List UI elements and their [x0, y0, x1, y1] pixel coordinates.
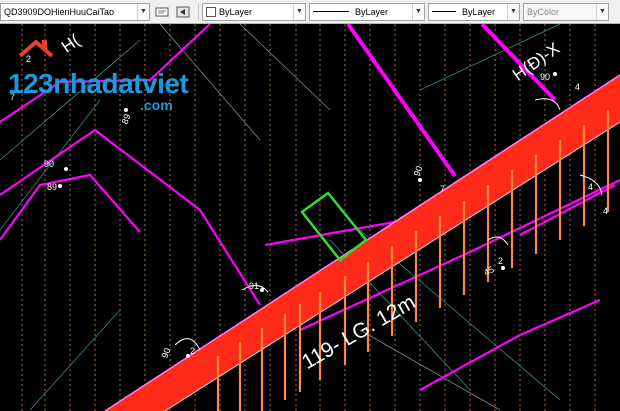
layer-state-icon[interactable] — [153, 3, 171, 21]
linetype-dropdown[interactable]: ByLayer ▼ — [309, 2, 425, 21]
dim-label: 4 — [603, 206, 609, 216]
dim-label: 7 — [440, 184, 446, 194]
lineweight-sample-icon — [432, 11, 456, 12]
chevron-down-icon[interactable]: ▼ — [137, 3, 149, 20]
color-dropdown[interactable]: ByLayer ▼ — [202, 2, 306, 21]
plotstyle-value: ByColor — [527, 6, 560, 17]
dim-label: 91 — [249, 281, 260, 291]
drawing-file-value: QD3909DOHienHuuCaiTao — [4, 6, 115, 17]
dim-label: 4 — [588, 182, 594, 192]
plotstyle-dropdown: ByColor ▼ — [523, 2, 609, 21]
properties-toolbar: QD3909DOHienHuuCaiTao ▼ ByLayer ▼ ByLaye… — [0, 0, 620, 24]
chevron-down-icon[interactable]: ▼ — [412, 3, 424, 20]
chevron-down-icon[interactable]: ▼ — [293, 3, 305, 20]
drawing-canvas[interactable]: 119- LG. 12m H( H(Đ)-X 90 89 90 89 90 91… — [0, 24, 620, 411]
dim-label: 90 — [44, 159, 55, 169]
dim-label: 4 — [575, 82, 581, 92]
lineweight-value: ByLayer — [462, 6, 496, 17]
dim-label: 7 — [10, 92, 16, 102]
chevron-down-icon[interactable]: ▼ — [507, 3, 519, 20]
dim-label: 2 — [26, 54, 32, 64]
linetype-sample-icon — [313, 11, 349, 12]
color-value: ByLayer — [219, 6, 253, 17]
dim-label: 89 — [47, 182, 58, 192]
color-swatch-icon — [206, 6, 216, 17]
drawing-file-dropdown[interactable]: QD3909DOHienHuuCaiTao ▼ — [0, 2, 150, 21]
layer-previous-icon[interactable] — [174, 3, 192, 21]
dim-label: 90 — [540, 72, 551, 82]
lineweight-dropdown[interactable]: ByLayer ▼ — [428, 2, 520, 21]
dim-label: 2 — [190, 346, 196, 356]
dim-label: 2 — [498, 256, 504, 266]
toolbar-separator — [198, 2, 199, 21]
chevron-down-icon: ▼ — [596, 3, 608, 20]
linetype-value: ByLayer — [355, 6, 389, 17]
